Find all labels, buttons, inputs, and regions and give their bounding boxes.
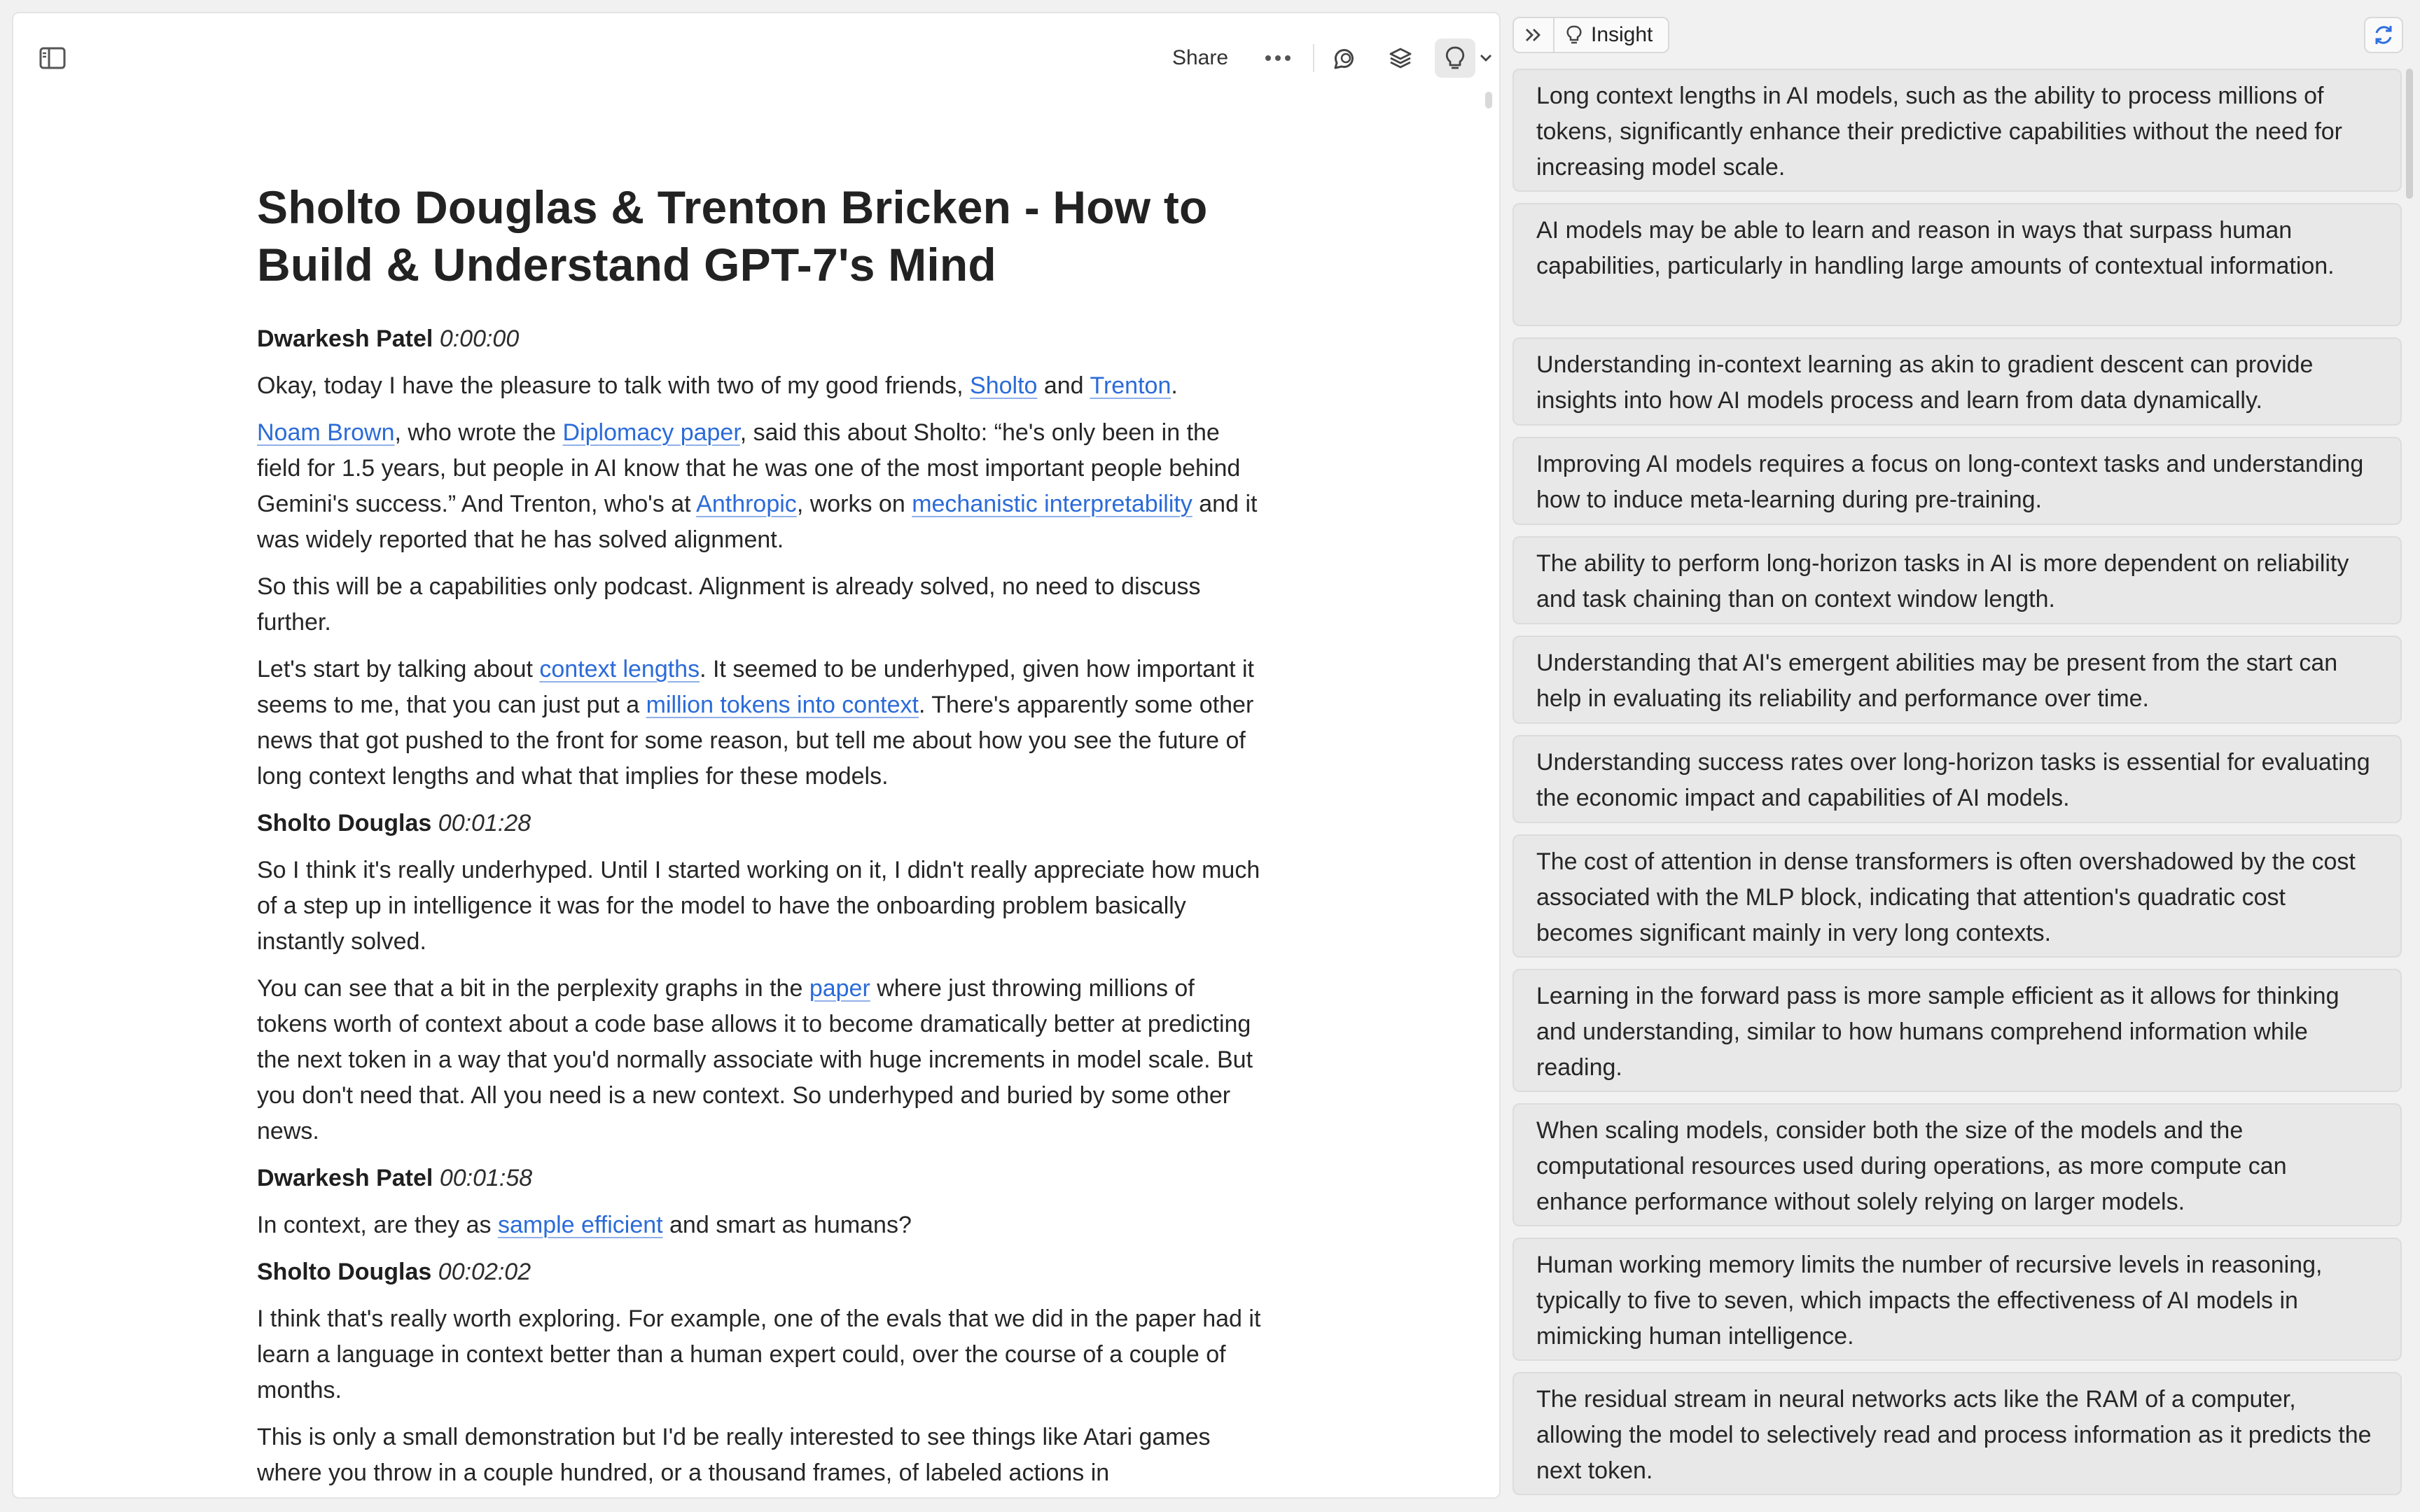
text: You can see that a bit in the perplexity… xyxy=(257,975,809,1002)
paragraph: In context, are they as sample efficient… xyxy=(257,1208,1265,1243)
more-options-button[interactable] xyxy=(1257,41,1299,75)
lightbulb-icon xyxy=(1566,25,1582,44)
layers-icon[interactable] xyxy=(1380,38,1421,78)
link-diplomacy-paper[interactable]: Diplomacy paper xyxy=(563,419,740,446)
double-chevron-right-icon xyxy=(1526,29,1541,41)
document-body: Sholto Douglas & Trenton Bricken - How t… xyxy=(257,169,1265,1497)
paragraph: So this will be a capabilities only podc… xyxy=(257,573,1201,636)
speaker-line: Dwarkesh Patel 0:00:00 xyxy=(257,321,1265,357)
text: In context, are they as xyxy=(257,1212,498,1238)
insight-card[interactable]: AI models may be able to learn and reaso… xyxy=(1512,203,2402,326)
document-title: Sholto Douglas & Trenton Bricken - How t… xyxy=(257,181,1208,290)
link-anthropic[interactable]: Anthropic xyxy=(696,491,797,517)
paragraph: You can see that a bit in the perplexity… xyxy=(257,971,1265,1149)
speaker-line: Sholto Douglas 00:02:02 xyxy=(257,1254,1265,1290)
insight-scrollbar[interactable] xyxy=(2406,69,2413,199)
insight-card[interactable]: Understanding in-context learning as aki… xyxy=(1512,337,2402,426)
paragraph: This is only a small demonstration but I… xyxy=(257,1424,1211,1486)
speaker-line: Dwarkesh Patel 00:01:58 xyxy=(257,1161,1265,1196)
refresh-icon xyxy=(2375,26,2392,44)
insight-card[interactable]: Learning in the forward pass is more sam… xyxy=(1512,969,2402,1092)
tab-insight-label: Insight xyxy=(1591,23,1653,46)
more-horizontal-icon xyxy=(1265,55,1291,61)
link-million-tokens[interactable]: million tokens into context xyxy=(646,692,919,718)
sidebar-toggle-icon[interactable] xyxy=(32,41,74,75)
document-scrollbar[interactable] xyxy=(1485,92,1492,108)
text: Let's start by talking about xyxy=(257,656,540,682)
link-sholto[interactable]: Sholto xyxy=(970,372,1037,399)
chevron-down-icon[interactable] xyxy=(1475,46,1496,71)
insight-card[interactable]: Understanding success rates over long-ho… xyxy=(1512,735,2402,823)
timestamp[interactable]: 00:01:28 xyxy=(438,810,531,836)
refresh-button[interactable] xyxy=(2364,17,2403,53)
chat-bubble-icon[interactable] xyxy=(1324,38,1365,78)
insight-header: Insight xyxy=(1512,15,1670,55)
paragraph: I think that's really worth exploring. F… xyxy=(257,1306,1261,1404)
speaker-name: Sholto Douglas xyxy=(257,1259,432,1285)
paragraph: Okay, today I have the pleasure to talk … xyxy=(257,368,1265,404)
link-paper[interactable]: paper xyxy=(809,975,870,1002)
paragraph: Noam Brown, who wrote the Diplomacy pape… xyxy=(257,415,1265,558)
text: , who wrote the xyxy=(394,419,563,446)
link-trenton[interactable]: Trenton xyxy=(1090,372,1171,399)
paragraph: So I think it's really underhyped. Until… xyxy=(257,857,1260,955)
speaker-name: Sholto Douglas xyxy=(257,810,432,836)
insight-card[interactable]: The cost of attention in dense transform… xyxy=(1512,834,2402,958)
tab-insight[interactable]: Insight xyxy=(1555,17,1670,53)
collapse-panel-button[interactable] xyxy=(1512,17,1555,53)
link-mechanistic-interpretability[interactable]: mechanistic interpretability xyxy=(912,491,1192,517)
insight-card[interactable]: The ability to perform long-horizon task… xyxy=(1512,536,2402,624)
link-noam-brown[interactable]: Noam Brown xyxy=(257,419,395,446)
editor-pane: Share Sholto Douglas & Trenton Bricken -… xyxy=(12,12,1501,1499)
toolbar-divider xyxy=(1313,44,1314,72)
timestamp[interactable]: 00:02:02 xyxy=(438,1259,531,1285)
insight-card[interactable]: Improving AI models requires a focus on … xyxy=(1512,437,2402,525)
link-sample-efficient[interactable]: sample efficient xyxy=(498,1212,663,1238)
insight-card[interactable]: Long context lengths in AI models, such … xyxy=(1512,69,2402,192)
share-button[interactable]: Share xyxy=(1162,43,1239,74)
timestamp[interactable]: 00:01:58 xyxy=(440,1165,532,1191)
text: and xyxy=(1037,372,1090,399)
text: and smart as humans? xyxy=(662,1212,912,1238)
speaker-name: Dwarkesh Patel xyxy=(257,326,433,352)
insight-card[interactable]: Understanding that AI's emergent abiliti… xyxy=(1512,636,2402,724)
link-context-lengths[interactable]: context lengths xyxy=(539,656,700,682)
text: . xyxy=(1171,372,1178,399)
speaker-name: Dwarkesh Patel xyxy=(257,1165,433,1191)
insight-card[interactable]: Human working memory limits the number o… xyxy=(1512,1238,2402,1361)
text: Okay, today I have the pleasure to talk … xyxy=(257,372,971,399)
speaker-line: Sholto Douglas 00:01:28 xyxy=(257,806,1265,841)
lightbulb-icon[interactable] xyxy=(1435,38,1475,78)
text: , works on xyxy=(796,491,912,517)
timestamp[interactable]: 0:00:00 xyxy=(440,326,519,352)
insight-card[interactable]: When scaling models, consider both the s… xyxy=(1512,1103,2402,1226)
paragraph: Let's start by talking about context len… xyxy=(257,652,1265,794)
insight-card[interactable]: The residual stream in neural networks a… xyxy=(1512,1372,2402,1495)
